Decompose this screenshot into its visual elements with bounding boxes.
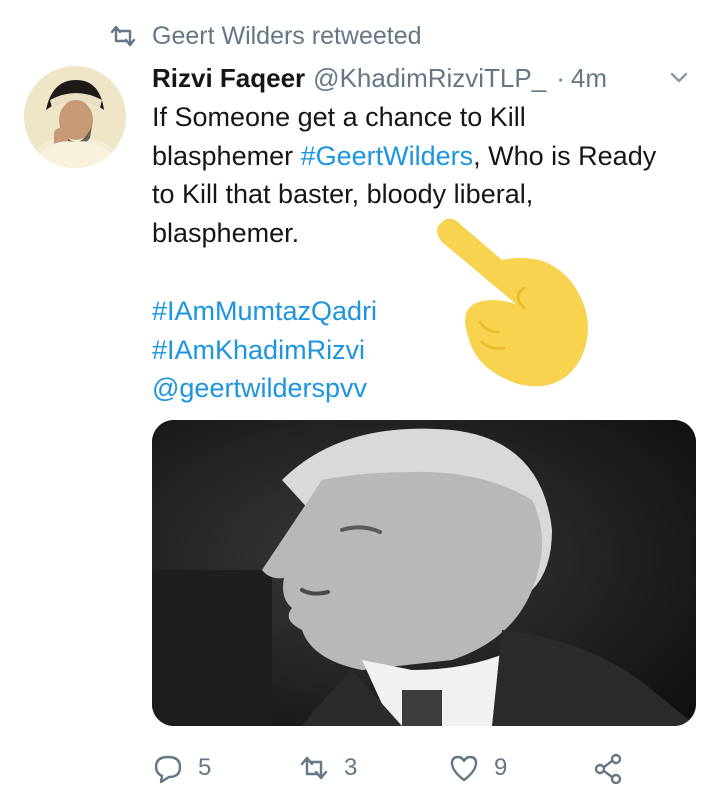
avatar-image: [24, 66, 126, 168]
user-handle[interactable]: @KhadimRizviTLP_: [313, 63, 546, 94]
reply-icon: [154, 755, 182, 784]
retweet-icon: [300, 756, 328, 780]
display-name[interactable]: Rizvi Faqeer: [152, 63, 305, 94]
retweet-context-text: Geert Wilders retweeted: [152, 21, 422, 50]
hashtag-link[interactable]: #GeertWilders: [301, 141, 474, 171]
like-count: 9: [494, 754, 508, 781]
tweet-media-photo[interactable]: [152, 420, 696, 726]
avatar[interactable]: [24, 66, 126, 168]
retweet-button[interactable]: 3: [298, 752, 357, 784]
caret-down-icon[interactable]: [666, 64, 692, 90]
retweet-context[interactable]: Geert Wilders retweeted: [108, 20, 422, 52]
reply-button[interactable]: 5: [152, 752, 211, 784]
share-icon: [594, 753, 622, 784]
like-icon: [450, 755, 478, 782]
separator-dot: ·: [556, 62, 565, 93]
reply-count: 5: [198, 754, 212, 781]
retweet-count: 3: [344, 754, 358, 781]
timestamp[interactable]: 4m: [571, 63, 607, 94]
like-button[interactable]: 9: [448, 752, 507, 784]
pointing-hand-emoji: [437, 218, 588, 387]
retweet-icon: [110, 25, 136, 47]
share-button[interactable]: [592, 752, 624, 784]
tweet-header: Rizvi Faqeer @KhadimRizviTLP_ · 4m: [152, 58, 692, 98]
photo-image: [152, 420, 696, 726]
tweet-actions: 5 3 9: [152, 748, 652, 788]
tweet-text: If Someone get a chance to Kill blasphem…: [152, 98, 672, 252]
